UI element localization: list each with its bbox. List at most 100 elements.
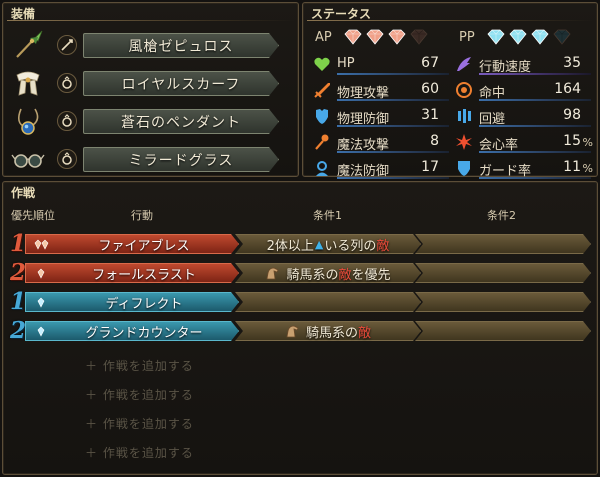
stat-value: 98 xyxy=(563,107,581,123)
stat-unit: % xyxy=(582,136,593,149)
pp-gem-icon xyxy=(553,29,571,45)
stat-value: 35 xyxy=(563,55,581,71)
condition-text: 騎馬系の xyxy=(305,325,358,341)
tactic-row[interactable]: 1 ファイアブレス 2体以上 ▲ いる列の 敵 xyxy=(3,232,593,256)
ap-gem-icon xyxy=(388,29,406,45)
equipment-row-weapon[interactable]: 風槍ゼピュロス xyxy=(3,27,293,63)
front-row-icon: ▲ xyxy=(314,237,324,251)
accessory-type-icon xyxy=(57,111,77,131)
accessory-type-icon xyxy=(57,149,77,169)
cavalry-icon xyxy=(265,267,280,280)
condition-1-button[interactable] xyxy=(235,292,421,312)
stat-name: HP xyxy=(337,56,355,71)
add-tactic-button[interactable]: ＋ 作戦を追加する xyxy=(85,357,194,374)
equipment-row-accessory-1[interactable]: ロイヤルスカーフ xyxy=(3,65,293,101)
action-label: ディフレクト xyxy=(105,296,183,312)
ap-label: AP xyxy=(315,29,332,45)
spear-icon xyxy=(16,30,43,58)
guard-icon xyxy=(458,161,470,176)
pp-gem-icon xyxy=(487,29,505,45)
pp-gems xyxy=(486,29,572,45)
stat-bar xyxy=(337,73,449,75)
column-action: 行動 xyxy=(131,209,153,222)
condition-1-button[interactable]: 2体以上 ▲ いる列の 敵 xyxy=(235,234,421,254)
column-condition-2: 条件2 xyxy=(487,209,516,222)
action-label: ファイアブレス xyxy=(98,238,190,254)
condition-2-button[interactable] xyxy=(415,234,591,254)
pp-label: PP xyxy=(459,29,475,45)
speed-icon xyxy=(457,57,471,71)
heart-icon xyxy=(314,57,330,71)
condition-text: を優先 xyxy=(351,267,391,283)
title-divider xyxy=(7,20,294,21)
column-priority: 優先順位 xyxy=(11,209,55,222)
tactic-row[interactable]: 2 フォールスラスト 騎馬系の 敵 を優先 xyxy=(3,261,593,285)
equipment-slot-button[interactable]: ミラードグラス xyxy=(83,147,279,172)
wand-icon xyxy=(315,134,329,150)
weapon-type-icon xyxy=(57,35,77,55)
condition-2-button[interactable] xyxy=(415,263,591,283)
action-button[interactable]: フォールスラスト xyxy=(25,263,239,283)
cavalry-icon xyxy=(285,325,300,338)
column-condition-1: 条件1 xyxy=(313,209,342,222)
stat-bar xyxy=(479,99,591,101)
condition-enemy-text: 敵 xyxy=(338,267,352,283)
condition-2-button[interactable] xyxy=(415,292,591,312)
condition-1-button[interactable]: 騎馬系の 敵 を優先 xyxy=(235,263,421,283)
pp-gem-icon xyxy=(531,29,549,45)
ap-gauge: AP xyxy=(315,27,429,47)
add-tactic-button[interactable]: ＋ 作戦を追加する xyxy=(85,386,194,403)
action-button[interactable]: ファイアブレス xyxy=(25,234,239,254)
equipment-row-accessory-2[interactable]: 蒼石のペンダント xyxy=(3,103,293,139)
condition-text: 2体以上 xyxy=(266,238,314,254)
ap-gem-icon xyxy=(410,29,428,45)
tactic-row[interactable]: 2 グランドカウンター 騎馬系の 敵 xyxy=(3,319,593,343)
pp-cost-icon xyxy=(34,297,50,309)
condition-enemy-text: 敵 xyxy=(358,325,372,341)
condition-enemy-text: 敵 xyxy=(376,238,390,254)
target-icon xyxy=(456,82,472,98)
stat-bar xyxy=(337,99,449,101)
condition-text: 騎馬系の xyxy=(286,267,339,283)
add-tactic-button[interactable]: ＋ 作戦を追加する xyxy=(85,415,194,432)
stat-row: 行動速度 35 xyxy=(455,53,593,75)
stat-value: 67 xyxy=(421,55,439,71)
ap-gem-icon xyxy=(366,29,384,45)
action-button[interactable]: グランドカウンター xyxy=(25,321,239,341)
condition-2-button[interactable] xyxy=(415,321,591,341)
equipment-slot-button[interactable]: 蒼石のペンダント xyxy=(83,109,279,134)
stat-bar xyxy=(479,73,591,75)
scarf-icon xyxy=(16,71,40,96)
magic-shield-icon xyxy=(316,161,328,176)
stat-row: 魔法攻撃 8 xyxy=(313,131,451,153)
stat-bar xyxy=(479,177,591,179)
pp-cost-icon xyxy=(34,326,50,338)
sword-icon xyxy=(314,83,330,98)
stat-value: 60 xyxy=(421,81,439,97)
tactics-panel: 作戦 優先順位 行動 条件1 条件2 1 ファイアブレス 2体以上 ▲ いる列の… xyxy=(2,181,598,475)
ap-cost-icon xyxy=(34,239,50,251)
evade-icon xyxy=(458,109,471,123)
equipment-row-accessory-3[interactable]: ミラードグラス xyxy=(3,141,293,177)
stat-row: HP 67 xyxy=(313,53,451,75)
ap-gems xyxy=(343,29,429,45)
stat-row: 物理防御 31 xyxy=(313,105,451,127)
ap-cost-icon xyxy=(34,268,50,280)
condition-1-button[interactable]: 騎馬系の 敵 xyxy=(235,321,421,341)
stat-row: ガード率 11% xyxy=(455,157,593,179)
status-panel: ステータス AP PP HP 67 物理攻撃 60 物理防御 31 魔法攻撃 8 魔法防御 17 … xyxy=(302,2,598,179)
equipment-panel: 装備 風槍ゼピュロス ロイヤルスカーフ 蒼石のペンダント ミラードグラス xyxy=(2,2,299,177)
equipment-slot-button[interactable]: 風槍ゼピュロス xyxy=(83,33,279,58)
action-button[interactable]: ディフレクト xyxy=(25,292,239,312)
stat-bar xyxy=(479,125,591,127)
pp-gem-icon xyxy=(509,29,527,45)
action-label: グランドカウンター xyxy=(85,325,203,341)
stat-row: 物理攻撃 60 xyxy=(313,79,451,101)
add-tactic-button[interactable]: ＋ 作戦を追加する xyxy=(85,444,194,461)
glasses-icon xyxy=(11,154,45,168)
stat-value: 8 xyxy=(430,133,439,149)
stat-bar xyxy=(337,177,449,179)
tactic-row[interactable]: 1 ディフレクト xyxy=(3,290,593,314)
title-divider xyxy=(307,20,593,21)
equipment-slot-button[interactable]: ロイヤルスカーフ xyxy=(83,71,279,96)
